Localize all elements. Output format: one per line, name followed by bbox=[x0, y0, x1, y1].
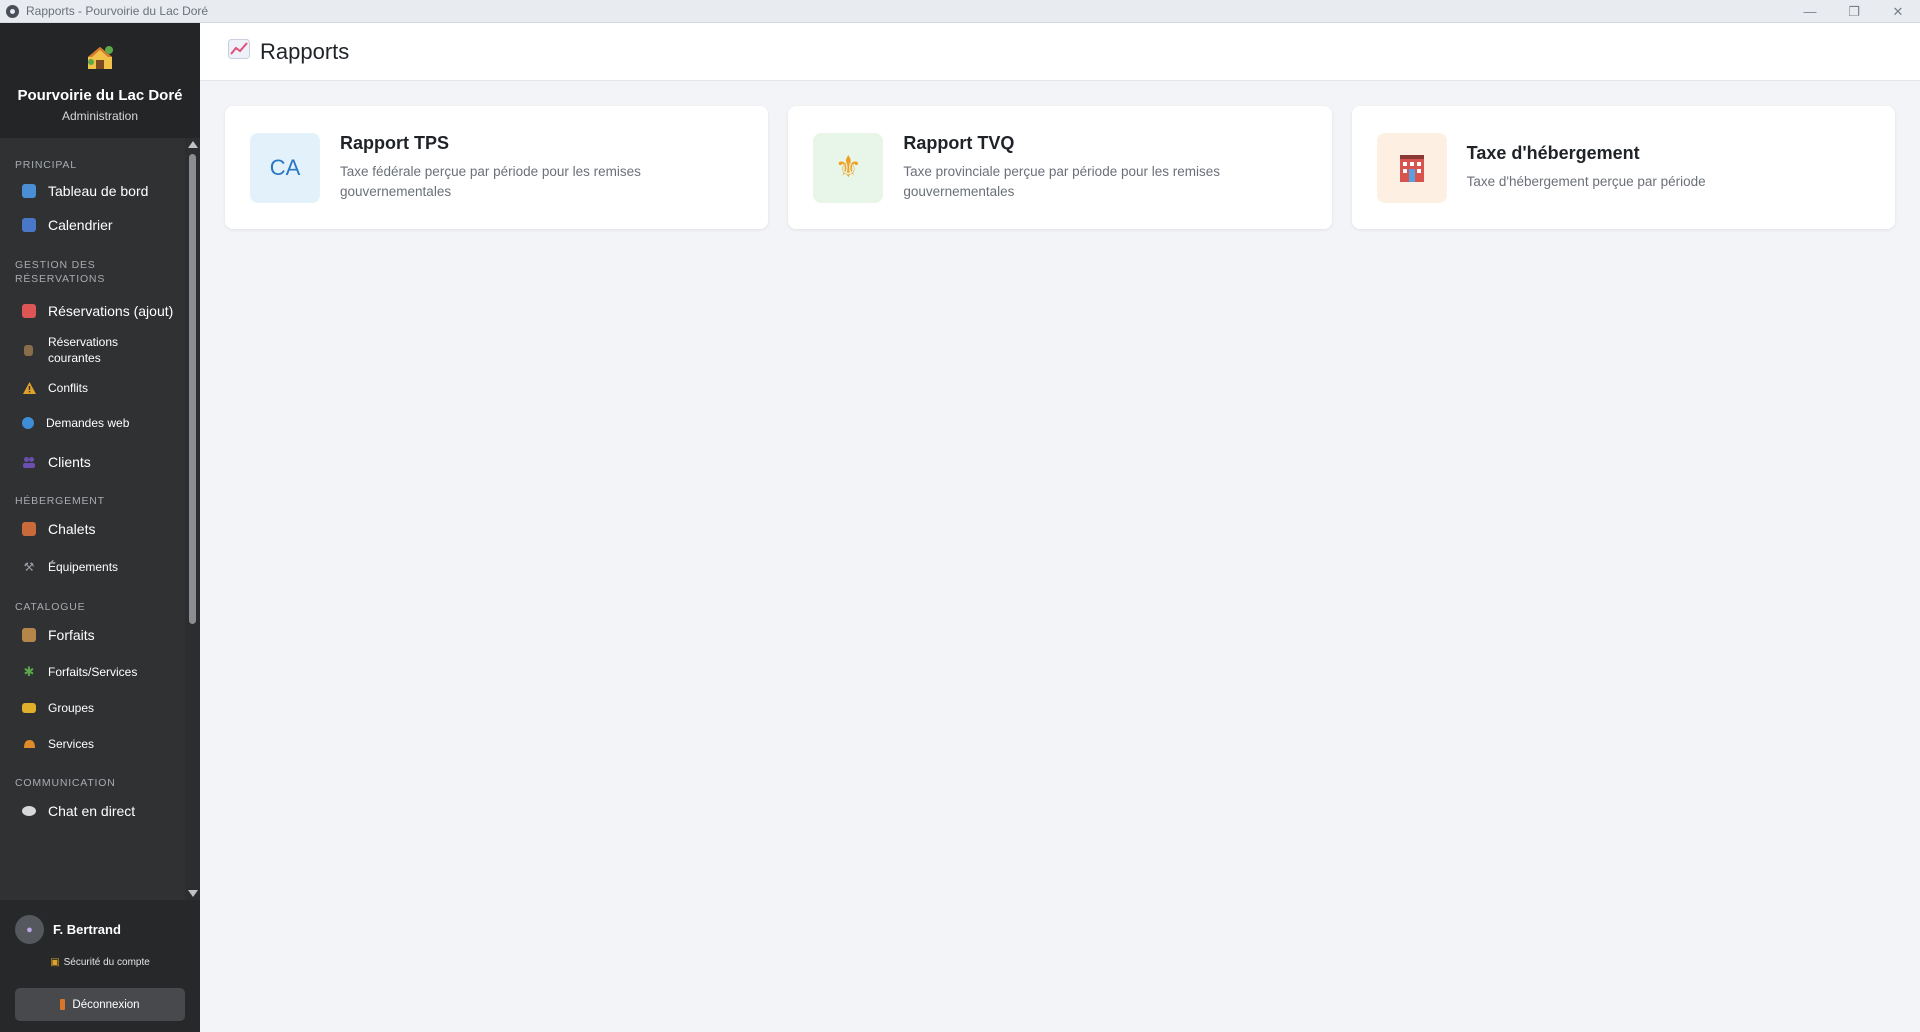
card-body: Taxe d'hébergement Taxe d'hébergement pe… bbox=[1467, 143, 1736, 192]
window-titlebar: Rapports - Pourvoirie du Lac Doré — ❐ ✕ bbox=[0, 0, 1920, 23]
page-header: Rapports bbox=[200, 23, 1920, 81]
sidebar-item-label: Forfaits bbox=[48, 627, 95, 643]
canada-flag-icon: CA bbox=[250, 132, 320, 203]
sidebar-item-label: Chat en direct bbox=[48, 803, 136, 819]
user-info: ● F. Bertrand bbox=[0, 900, 200, 944]
lodge-logo-icon bbox=[0, 43, 200, 79]
sidebar-item-label: Groupes bbox=[48, 701, 95, 715]
puzzle-icon: ✱ bbox=[23, 664, 35, 679]
sidebar-scrollbar[interactable] bbox=[185, 138, 200, 900]
card-description: Taxe fédérale perçue par période pour le… bbox=[340, 164, 641, 199]
sidebar-item-label: Tableau de bord bbox=[48, 183, 149, 199]
user-panel: ● F. Bertrand ▣ Sécurité du compte Déconn… bbox=[0, 900, 200, 1032]
bar-chart-icon bbox=[22, 184, 36, 198]
avatar: ● bbox=[15, 915, 44, 944]
logout-button[interactable]: Déconnexion bbox=[15, 988, 185, 1021]
user-name: F. Bertrand bbox=[53, 922, 121, 937]
sidebar-item-clients[interactable]: Clients bbox=[0, 442, 185, 482]
card-icon-text: CA bbox=[269, 154, 301, 180]
notepad-icon bbox=[24, 344, 33, 356]
package-icon bbox=[22, 628, 36, 642]
card-title: Rapport TPS bbox=[340, 133, 450, 153]
minimize-button[interactable]: — bbox=[1788, 0, 1832, 23]
account-security-label: Sécurité du compte bbox=[63, 957, 150, 968]
globe-icon bbox=[22, 417, 34, 429]
page-title: Rapports bbox=[260, 38, 350, 64]
clipboard-icon bbox=[22, 304, 36, 318]
sidebar-item-label: Services bbox=[48, 737, 95, 751]
fleur-de-lis-icon: ⚜ bbox=[813, 132, 884, 203]
sidebar-item-tableau-de-bord[interactable]: Tableau de bord bbox=[0, 174, 185, 208]
sidebar-item-reservations-courantes[interactable]: Réservations courantes bbox=[0, 328, 185, 372]
sidebar-item-groupes[interactable]: Groupes bbox=[0, 690, 185, 726]
sidebar-item-forfaits-services[interactable]: ✱ Forfaits/Services bbox=[0, 654, 185, 690]
window-title: Rapports - Pourvoirie du Lac Doré bbox=[26, 4, 209, 18]
wrench-icon: ⚒ bbox=[23, 560, 35, 574]
report-card-tps[interactable]: CA Rapport TPS Taxe fédérale perçue par … bbox=[225, 106, 769, 229]
card-description: Taxe d'hébergement perçue par période bbox=[1466, 174, 1706, 189]
card-title: Rapport TVQ bbox=[903, 133, 1015, 153]
window-controls: — ❐ ✕ bbox=[1788, 0, 1920, 23]
sidebar-item-label: Réservations (ajout) bbox=[48, 303, 174, 319]
sidebar-item-services[interactable]: Services bbox=[0, 726, 185, 762]
card-title: Taxe d'hébergement bbox=[1466, 143, 1640, 163]
sidebar-item-label: Forfaits/Services bbox=[48, 665, 138, 679]
nav-section-communication: COMMUNICATION bbox=[15, 777, 116, 789]
house-icon bbox=[22, 522, 36, 536]
report-card-taxe-hebergement[interactable]: Taxe d'hébergement Taxe d'hébergement pe… bbox=[1351, 106, 1895, 229]
sidebar-item-label: Équipements bbox=[48, 560, 119, 574]
chart-increasing-icon bbox=[228, 38, 250, 65]
restore-button[interactable]: ❐ bbox=[1832, 0, 1876, 23]
door-icon bbox=[60, 999, 66, 1010]
scroll-up-icon[interactable] bbox=[188, 141, 198, 148]
sidebar-nav: PRINCIPAL Tableau de bord Calendrier GES… bbox=[0, 138, 185, 900]
sidebar-item-chat-en-direct[interactable]: Chat en direct bbox=[0, 792, 185, 830]
nav-section-hebergement: HÉBERGEMENT bbox=[15, 495, 105, 507]
account-security-link[interactable]: ▣ Sécurité du compte bbox=[0, 957, 200, 968]
warning-icon bbox=[22, 381, 36, 395]
sidebar-item-label: Conflits bbox=[48, 381, 89, 395]
sidebar-item-demandes-web[interactable]: Demandes web bbox=[0, 404, 185, 442]
app-icon bbox=[6, 4, 19, 18]
sidebar-item-label: Calendrier bbox=[48, 217, 113, 233]
sidebar-item-chalets[interactable]: Chalets bbox=[0, 510, 185, 548]
nav-section-principal: PRINCIPAL bbox=[15, 159, 77, 171]
close-button[interactable]: ✕ bbox=[1876, 0, 1920, 23]
sidebar-item-reservations-ajout[interactable]: Réservations (ajout) bbox=[0, 294, 185, 328]
report-cards: CA Rapport TPS Taxe fédérale perçue par … bbox=[225, 106, 1895, 229]
brand-subtitle: Administration bbox=[61, 109, 139, 123]
bell-icon bbox=[22, 737, 36, 751]
folder-icon bbox=[22, 703, 36, 713]
scrollbar-thumb[interactable] bbox=[189, 154, 196, 624]
brand-name: Pourvoirie du Lac Doré bbox=[17, 87, 183, 104]
nav-section-reservations: GESTION DES RÉSERVATIONS bbox=[15, 259, 106, 285]
sidebar: Pourvoirie du Lac Doré Administration PR… bbox=[0, 23, 200, 1032]
sidebar-item-calendrier[interactable]: Calendrier bbox=[0, 208, 185, 242]
calendar-icon bbox=[22, 218, 36, 232]
speech-bubble-icon bbox=[22, 806, 36, 816]
card-description: Taxe provinciale perçue par période pour… bbox=[903, 164, 1220, 199]
sidebar-item-label: Demandes web bbox=[46, 416, 130, 430]
users-icon bbox=[22, 455, 36, 469]
sidebar-item-label: Chalets bbox=[48, 521, 96, 537]
card-body: Rapport TPS Taxe fédérale perçue par pér… bbox=[340, 133, 768, 202]
hotel-icon bbox=[1376, 132, 1447, 203]
card-body: Rapport TVQ Taxe provinciale perçue par … bbox=[903, 133, 1331, 202]
sidebar-item-forfaits[interactable]: Forfaits bbox=[0, 616, 185, 654]
scroll-down-icon[interactable] bbox=[188, 890, 198, 897]
sidebar-item-label: Clients bbox=[48, 454, 91, 470]
sidebar-item-equipements[interactable]: ⚒ Équipements bbox=[0, 548, 185, 586]
sidebar-item-conflits[interactable]: Conflits bbox=[0, 372, 185, 404]
report-card-tvq[interactable]: ⚜ Rapport TVQ Taxe provinciale perçue pa… bbox=[788, 106, 1332, 229]
brand-block: Pourvoirie du Lac Doré Administration bbox=[0, 23, 200, 138]
logout-label: Déconnexion bbox=[72, 998, 140, 1011]
nav-section-catalogue: CATALOGUE bbox=[15, 601, 86, 613]
lock-icon: ▣ bbox=[50, 957, 60, 968]
sidebar-item-label: Réservations courantes bbox=[48, 335, 119, 365]
